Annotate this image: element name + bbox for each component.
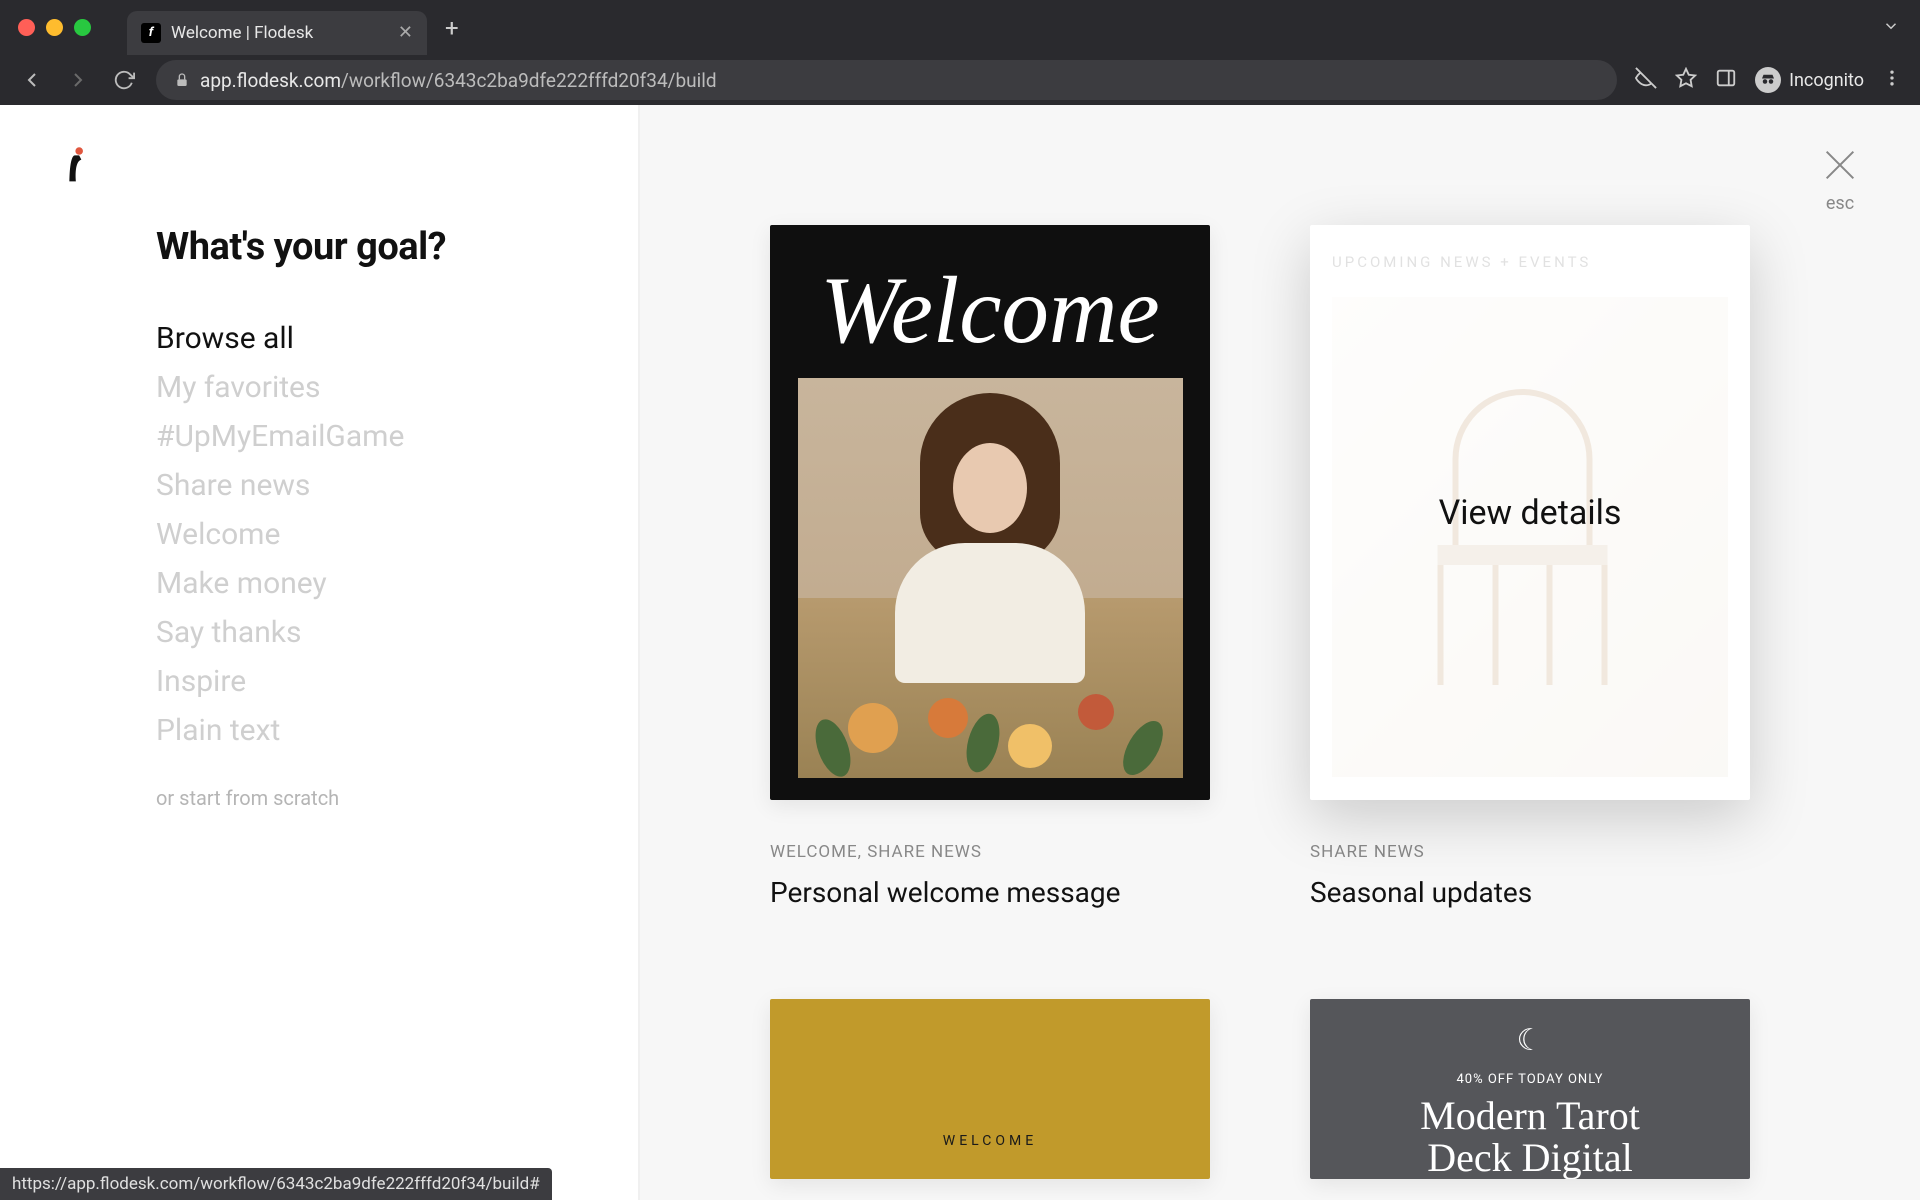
sidebar-item-inspire[interactable]: Inspire (156, 664, 578, 699)
incognito-icon (1755, 67, 1781, 93)
close-button[interactable]: esc (1820, 145, 1860, 214)
template-card-personal-welcome[interactable]: Welcome WELCOME, SHARE NEWS Personal wel… (770, 225, 1210, 909)
tab-strip: f Welcome | Flodesk ✕ + (0, 0, 1920, 55)
star-icon[interactable] (1675, 67, 1697, 93)
template-gallery: esc Welcome WELCOME, SHARE NEWS Personal… (640, 105, 1920, 1200)
template-thumbnail: Welcome (770, 225, 1210, 800)
tab-overflow-icon[interactable] (1882, 17, 1900, 39)
back-button[interactable] (18, 68, 46, 92)
tab-title: Welcome | Flodesk (171, 23, 388, 43)
template-card-seasonal-updates[interactable]: UPCOMING NEWS + EVENTS View details SHAR… (1310, 225, 1750, 909)
welcome-script-text: Welcome (820, 263, 1159, 358)
tab-close-icon[interactable]: ✕ (398, 22, 413, 43)
start-from-scratch-link[interactable]: or start from scratch (156, 786, 578, 810)
template-title: Personal welcome message (770, 876, 1210, 909)
app-body: What's your goal? Browse all My favorite… (0, 105, 1920, 1200)
sidebar-title: What's your goal? (156, 225, 578, 269)
favicon-icon: f (141, 23, 161, 43)
welcome-tiny-text: WELCOME (943, 1133, 1037, 1149)
browser-tab[interactable]: f Welcome | Flodesk ✕ (127, 11, 427, 55)
moon-icon: ☾ (1517, 1023, 1544, 1058)
template-grid: Welcome WELCOME, SHARE NEWS Personal wel… (770, 225, 1800, 1179)
template-card-welcome-mustard[interactable]: WELCOME (770, 999, 1210, 1179)
template-card-tarot[interactable]: ☾ 40% OFF TODAY ONLY Modern TarotDeck Di… (1310, 999, 1750, 1179)
window-maximize-icon[interactable] (74, 19, 91, 36)
template-thumbnail: WELCOME (770, 999, 1210, 1179)
sidebar-item-make-money[interactable]: Make money (156, 566, 578, 601)
sidebar-list: Browse all My favorites #UpMyEmailGame S… (156, 321, 578, 748)
lock-icon (174, 72, 190, 88)
sidebar-item-share-news[interactable]: Share news (156, 468, 578, 503)
browser-menu-icon[interactable] (1882, 68, 1902, 92)
template-thumbnail: UPCOMING NEWS + EVENTS View details (1310, 225, 1750, 800)
hover-overlay: View details (1310, 225, 1750, 800)
flodesk-logo-icon[interactable] (64, 145, 94, 185)
sidebar-item-say-thanks[interactable]: Say thanks (156, 615, 578, 650)
template-tags: SHARE NEWS (1310, 842, 1750, 862)
window-minimize-icon[interactable] (46, 19, 63, 36)
incognito-label: Incognito (1789, 70, 1864, 91)
new-tab-button[interactable]: + (435, 14, 469, 42)
url-input[interactable]: app.flodesk.com/workflow/6343c2ba9dfe222… (156, 60, 1617, 100)
reload-button[interactable] (110, 69, 138, 91)
close-icon (1820, 145, 1860, 189)
sidebar-item-my-favorites[interactable]: My favorites (156, 370, 578, 405)
promo-text: 40% OFF TODAY ONLY (1457, 1072, 1604, 1087)
window-close-icon[interactable] (18, 19, 35, 36)
sidebar-item-browse-all[interactable]: Browse all (156, 321, 578, 356)
sidebar-item-plain-text[interactable]: Plain text (156, 713, 578, 748)
template-tags: WELCOME, SHARE NEWS (770, 842, 1210, 862)
sidebar: What's your goal? Browse all My favorite… (0, 105, 640, 1200)
view-details-button[interactable]: View details (1439, 493, 1622, 533)
eye-off-icon[interactable] (1635, 67, 1657, 93)
side-panel-icon[interactable] (1715, 67, 1737, 93)
sidebar-item-upmyemailgame[interactable]: #UpMyEmailGame (156, 419, 578, 454)
window-controls (18, 19, 91, 36)
template-title: Seasonal updates (1310, 876, 1750, 909)
template-thumbnail: ☾ 40% OFF TODAY ONLY Modern TarotDeck Di… (1310, 999, 1750, 1179)
tarot-title: Modern TarotDeck Digital (1420, 1095, 1640, 1179)
forward-button[interactable] (64, 68, 92, 92)
incognito-badge[interactable]: Incognito (1755, 67, 1864, 93)
url-text: app.flodesk.com/workflow/6343c2ba9dfe222… (200, 69, 717, 92)
photo-placeholder (798, 378, 1183, 778)
sidebar-item-welcome[interactable]: Welcome (156, 517, 578, 552)
address-bar: app.flodesk.com/workflow/6343c2ba9dfe222… (0, 55, 1920, 105)
close-label: esc (1820, 193, 1860, 214)
browser-status-bar: https://app.flodesk.com/workflow/6343c2b… (0, 1168, 552, 1200)
browser-chrome: f Welcome | Flodesk ✕ + app.flodesk.com/… (0, 0, 1920, 105)
